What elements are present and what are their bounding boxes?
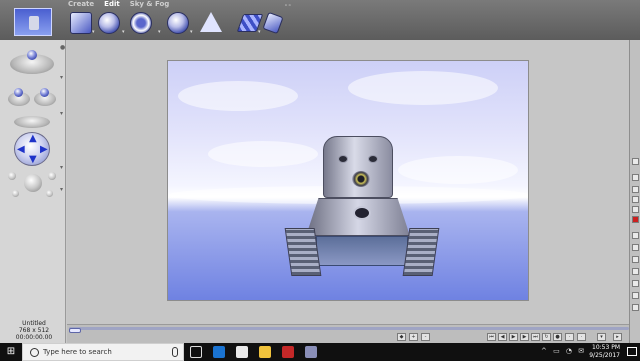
- grip-icon[interactable]: ∘∘: [284, 2, 292, 9]
- right-palette: [629, 40, 640, 343]
- tool-icon[interactable]: ·: [577, 333, 586, 341]
- fast-forward-icon[interactable]: ⏭: [531, 333, 540, 341]
- store-icon[interactable]: [236, 346, 248, 358]
- taskbar-clock[interactable]: 10:53 PM 9/25/2017: [589, 344, 620, 360]
- task-view-icon[interactable]: [190, 346, 202, 358]
- left-control-panel: ▲ ▼ ◀ ▶ ▾ ▾ ▾ ▾ ● Untitled 768 x 512 00:…: [0, 40, 66, 343]
- tool-icon[interactable]: [632, 292, 639, 299]
- zoom-small-icon[interactable]: [46, 190, 53, 197]
- record-key-icon[interactable]: ●: [553, 333, 562, 341]
- key-icon[interactable]: ◆: [397, 333, 406, 341]
- clock-time: 10:53 PM: [592, 344, 620, 351]
- chevron-down-icon[interactable]: ▾: [60, 110, 63, 117]
- play-icon[interactable]: ▶: [509, 333, 518, 341]
- torus-icon[interactable]: [130, 12, 152, 34]
- view-ball-icon[interactable]: [27, 50, 37, 60]
- edge-icon[interactable]: [213, 346, 225, 358]
- tool-icon[interactable]: [632, 174, 639, 181]
- cube-icon[interactable]: [70, 12, 92, 34]
- step-back-icon[interactable]: ◀: [498, 333, 507, 341]
- lathe-icon[interactable]: [98, 12, 120, 34]
- rewind-icon[interactable]: ⏮: [487, 333, 496, 341]
- loop-icon[interactable]: ↻: [542, 333, 551, 341]
- timeline-handle[interactable]: [69, 328, 81, 333]
- scene-thumbnail[interactable]: [14, 8, 52, 36]
- key-remove-icon[interactable]: -: [421, 333, 430, 341]
- zoom-small-icon[interactable]: [8, 172, 16, 180]
- chevron-down-icon[interactable]: ▾: [60, 186, 63, 193]
- tool-icon[interactable]: [632, 244, 639, 251]
- menu-create[interactable]: Create: [68, 0, 94, 10]
- start-button[interactable]: ⊞: [0, 343, 22, 361]
- palette-menus: Create Edit Sky & Fog: [68, 0, 169, 10]
- document-size: 768 x 512: [18, 327, 50, 334]
- chevron-down-icon[interactable]: ▾: [158, 30, 163, 35]
- tool-icon[interactable]: [632, 232, 639, 239]
- timeline-scrubber[interactable]: [69, 327, 629, 333]
- pencil-icon[interactable]: [632, 158, 639, 165]
- work-area: [67, 40, 629, 324]
- record-icon[interactable]: [632, 216, 639, 223]
- tool-icon[interactable]: [632, 280, 639, 287]
- zoom-sphere-icon[interactable]: [24, 174, 42, 192]
- animation-timeline: ◆ + - ⏮ ◀ ▶ ▶ ⏭ ↻ ● · · ▾ ▸: [67, 324, 629, 343]
- taskbar-search-box[interactable]: Type here to search: [22, 343, 184, 361]
- robot-head: [323, 136, 393, 198]
- menu-sky-fog[interactable]: Sky & Fog: [130, 0, 170, 10]
- step-forward-icon[interactable]: ▶: [520, 333, 529, 341]
- document-info: Untitled 768 x 512 00:00:00.00: [6, 320, 62, 341]
- rotate-ball-icon[interactable]: [40, 88, 49, 97]
- zoom-small-icon[interactable]: [48, 172, 56, 180]
- render-viewport[interactable]: [167, 60, 529, 301]
- tool-icon[interactable]: ·: [565, 333, 574, 341]
- robot-base: [316, 236, 408, 266]
- chevron-down-icon[interactable]: ▾: [258, 30, 263, 35]
- chevron-down-icon[interactable]: ▾: [92, 30, 97, 35]
- document-name: Untitled: [22, 320, 46, 327]
- rotate-ball-icon[interactable]: [14, 88, 23, 97]
- bryce-app-window: Create Edit Sky & Fog ▾ ▾ ▾ ▾ ▾ ∘∘ ▲ ▼ ◀…: [0, 0, 640, 343]
- move-arrows-icon[interactable]: ▲ ▼ ◀ ▶: [14, 132, 50, 166]
- top-toolbar: Create Edit Sky & Fog ▾ ▾ ▾ ▾ ▾ ∘∘: [0, 0, 640, 40]
- robot-camera-lens: [352, 171, 370, 187]
- cortana-icon: [30, 348, 39, 357]
- chevron-down-icon[interactable]: ▾: [60, 164, 63, 171]
- menu-edit[interactable]: Edit: [104, 0, 120, 10]
- key-add-icon[interactable]: +: [409, 333, 418, 341]
- notification-icon[interactable]: [627, 347, 637, 356]
- tool-icon[interactable]: [632, 206, 639, 213]
- pyramid-icon[interactable]: [200, 12, 222, 32]
- options-icon[interactable]: ▾: [597, 333, 606, 341]
- tilt-icon[interactable]: [14, 116, 50, 128]
- tool-icon[interactable]: [632, 256, 639, 263]
- document-time: 00:00:00.00: [15, 334, 53, 341]
- tool-icon[interactable]: [632, 196, 639, 203]
- chevron-down-icon[interactable]: ▾: [190, 30, 195, 35]
- robot-model[interactable]: [284, 136, 440, 276]
- chevron-down-icon[interactable]: ▾: [60, 74, 63, 81]
- tool-icon[interactable]: [632, 268, 639, 275]
- bryce-taskbar-icon[interactable]: [305, 346, 317, 358]
- system-tray-icons[interactable]: ^ ▭ ◔ ✉: [541, 347, 586, 355]
- file-explorer-icon[interactable]: [259, 346, 271, 358]
- clock-date: 9/25/2017: [589, 352, 620, 359]
- zoom-small-icon[interactable]: [12, 190, 19, 197]
- tool-icon[interactable]: [632, 304, 639, 311]
- tool-icon[interactable]: [632, 186, 639, 193]
- search-placeholder: Type here to search: [43, 348, 112, 356]
- collapse-icon[interactable]: ▸: [613, 333, 622, 341]
- options-dot-icon[interactable]: ●: [60, 44, 65, 51]
- windows-taskbar: ⊞ Type here to search ^ ▭ ◔ ✉ 10:53 PM 9…: [0, 343, 640, 361]
- chevron-down-icon[interactable]: ▾: [122, 30, 127, 35]
- extrude-icon[interactable]: [167, 12, 189, 34]
- app-icon[interactable]: [282, 346, 294, 358]
- microphone-icon[interactable]: [172, 347, 178, 357]
- robot-right-track: [402, 228, 440, 276]
- render-icon[interactable]: [262, 11, 284, 35]
- robot-chest-lens: [353, 206, 371, 220]
